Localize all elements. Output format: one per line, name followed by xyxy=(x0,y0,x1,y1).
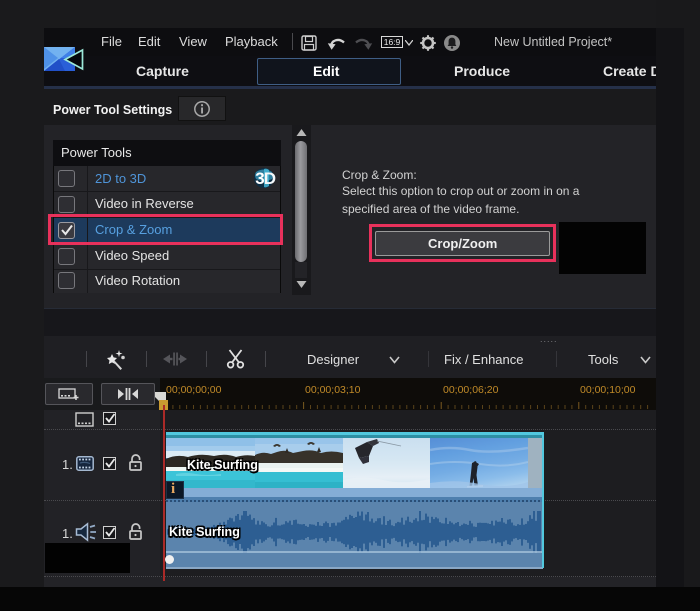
svg-text:D: D xyxy=(264,169,276,188)
